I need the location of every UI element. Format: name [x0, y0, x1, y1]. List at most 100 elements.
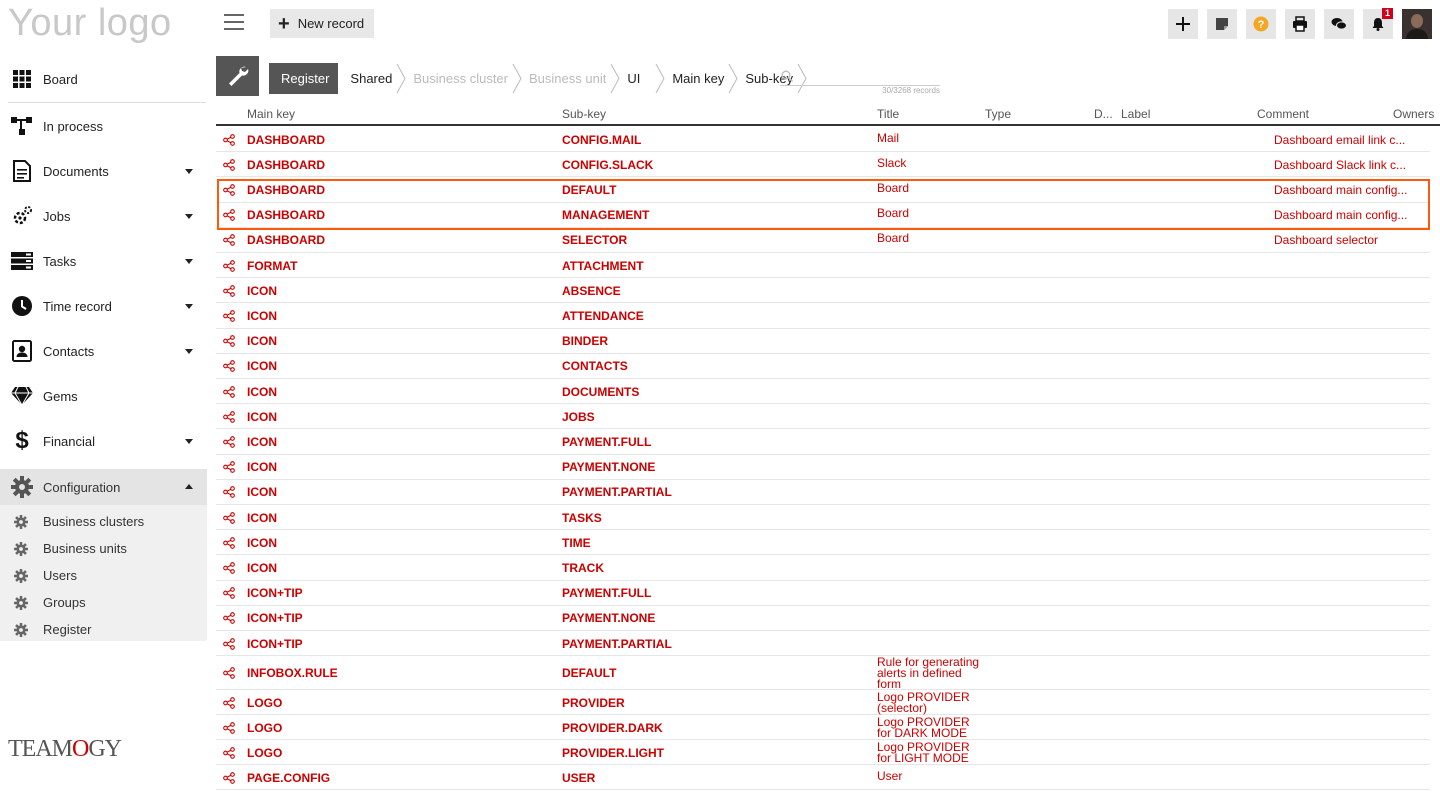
breadcrumb-label: Business cluster	[413, 71, 508, 86]
share-icon[interactable]	[223, 562, 235, 574]
share-icon[interactable]	[223, 536, 235, 549]
table-row[interactable]: DASHBOARD CONFIG.MAIL Mail Dashboard email …	[216, 127, 1430, 153]
sidebar-item-board[interactable]: Board	[0, 57, 207, 101]
table-row[interactable]: ICON+TIP PAYMENT.PARTIAL	[216, 631, 1430, 657]
share-icon[interactable]	[223, 360, 235, 373]
share-icon[interactable]	[223, 486, 235, 499]
sidebar-item-time-record[interactable]: Time record	[0, 284, 207, 328]
table-row[interactable]: LOGO PROVIDER.DARK Logo PROVIDER for DARK …	[216, 715, 1430, 741]
share-icon[interactable]	[223, 637, 235, 650]
table-row[interactable]: ICON PAYMENT.PARTIAL	[216, 480, 1430, 505]
search-input[interactable]	[780, 68, 940, 86]
table-row[interactable]: FORMAT ATTACHMENT	[216, 253, 1430, 279]
sidebar-item-jobs[interactable]: Jobs	[0, 194, 207, 238]
sidebar-item-in-process[interactable]: In process	[0, 104, 207, 148]
settings-button[interactable]	[216, 56, 259, 96]
table-row[interactable]: ICON PAYMENT.NONE	[216, 455, 1430, 480]
share-icon[interactable]	[223, 310, 235, 322]
share-icon[interactable]	[223, 696, 235, 709]
share-icon[interactable]	[223, 410, 235, 423]
table-row[interactable]: ICON ATTENDANCE	[216, 303, 1430, 329]
table-row[interactable]: ICON PAYMENT.FULL	[216, 429, 1430, 455]
column-label[interactable]: Label	[1121, 107, 1150, 121]
share-icon[interactable]	[223, 436, 235, 448]
share-icon[interactable]	[223, 133, 235, 146]
share-icon[interactable]	[223, 771, 235, 784]
share-icon[interactable]	[223, 284, 235, 297]
table-row[interactable]: ICON CONTACTS	[216, 354, 1430, 379]
share-icon[interactable]	[223, 461, 235, 474]
search-box: 30/3268 records	[780, 68, 940, 96]
table-row[interactable]: ICON DOCUMENTS	[216, 379, 1430, 405]
sidebar-item-business-units[interactable]: Business units	[0, 535, 207, 562]
column-owners[interactable]: Owners	[1393, 107, 1434, 121]
table-row[interactable]: ICON JOBS	[216, 404, 1430, 430]
table-row[interactable]: DASHBOARD MANAGEMENT Board Dashboard main c…	[216, 203, 1430, 228]
new-record-button[interactable]: + New record	[270, 9, 374, 38]
sidebar-item-register[interactable]: Register	[0, 616, 207, 643]
share-icon[interactable]	[223, 511, 235, 524]
share-icon[interactable]	[223, 587, 235, 600]
table-row[interactable]: ICON TASKS	[216, 505, 1430, 531]
share-icon[interactable]	[223, 746, 235, 759]
column-comment[interactable]: Comment	[1257, 107, 1309, 121]
sidebar-item-users[interactable]: Users	[0, 562, 207, 589]
menu-toggle-icon[interactable]	[224, 14, 244, 30]
table-row[interactable]: ICON TRACK	[216, 555, 1430, 581]
table-row[interactable]: ICON+TIP PAYMENT.FULL	[216, 581, 1430, 606]
breadcrumb-register[interactable]: Register	[269, 63, 339, 94]
table-row[interactable]: INFOBOX.RULE DEFAULT Rule for generating a…	[216, 656, 1430, 691]
share-icon[interactable]	[223, 184, 235, 196]
sidebar-item-documents[interactable]: Documents	[0, 149, 207, 193]
breadcrumb-shared[interactable]: Shared	[338, 63, 406, 94]
chat-button[interactable]	[1324, 9, 1354, 39]
add-button[interactable]	[1168, 9, 1198, 39]
share-icon[interactable]	[223, 667, 235, 680]
breadcrumb-ui[interactable]: UI	[615, 63, 665, 94]
share-icon[interactable]	[223, 234, 235, 247]
table-row[interactable]: DASHBOARD CONFIG.SLACK Slack Dashboard Slac…	[216, 152, 1430, 178]
share-icon[interactable]	[223, 335, 235, 348]
sidebar-subitem-label: Users	[43, 568, 77, 583]
sidebar-subitem-label: Business clusters	[43, 514, 145, 529]
sidebar-item-configuration[interactable]: Configuration	[0, 469, 207, 505]
table-row[interactable]: ICON ABSENCE	[216, 278, 1430, 304]
share-icon[interactable]	[223, 612, 235, 625]
sidebar-item-groups[interactable]: Groups	[0, 589, 207, 616]
gear-icon	[11, 476, 33, 498]
column-d[interactable]: D...	[1094, 107, 1113, 121]
breadcrumb-business-cluster[interactable]: Business cluster	[401, 63, 522, 94]
share-icon[interactable]	[223, 385, 235, 398]
sidebar-item-tasks[interactable]: Tasks	[0, 239, 207, 283]
sidebar-item-business-clusters[interactable]: Business clusters	[0, 508, 207, 535]
table-row[interactable]: DASHBOARD SELECTOR Board Dashboard selector	[216, 228, 1430, 253]
column-title[interactable]: Title	[877, 107, 899, 121]
table-row[interactable]: ICON+TIP PAYMENT.NONE	[216, 606, 1430, 631]
column-main-key[interactable]: Main key	[247, 107, 295, 121]
share-icon[interactable]	[223, 259, 235, 272]
print-button[interactable]	[1285, 9, 1315, 39]
app-logo[interactable]: Your logo	[8, 2, 172, 45]
share-icon[interactable]	[223, 721, 235, 734]
table-row[interactable]: ICON TIME	[216, 530, 1430, 556]
sidebar-item-contacts[interactable]: Contacts	[0, 329, 207, 373]
table-row[interactable]: LOGO PROVIDER.LIGHT Logo PROVIDER for LIGH…	[216, 740, 1430, 766]
note-button[interactable]	[1207, 9, 1237, 39]
share-icon[interactable]	[223, 158, 235, 171]
column-sub-key[interactable]: Sub-key	[562, 107, 606, 121]
share-icon[interactable]	[223, 209, 235, 222]
breadcrumb-business-unit[interactable]: Business unit	[517, 63, 620, 94]
help-button[interactable]: ?	[1246, 9, 1276, 39]
search-icon	[781, 70, 793, 82]
column-type[interactable]: Type	[985, 107, 1011, 121]
table-row[interactable]: ICON BINDER	[216, 329, 1430, 354]
user-avatar[interactable]	[1402, 9, 1432, 39]
breadcrumb-main-key[interactable]: Main key	[660, 63, 738, 94]
table-row[interactable]: DASHBOARD DEFAULT Board Dashboard main conf…	[216, 177, 1430, 203]
sidebar-item-gems[interactable]: Gems	[0, 374, 207, 418]
table-row[interactable]: PAGE.CONFIG USER User	[216, 765, 1430, 791]
chevron-down-icon	[185, 214, 193, 219]
table-row[interactable]: LOGO PROVIDER Logo PROVIDER (selector)	[216, 690, 1430, 716]
sidebar-item-financial[interactable]: $ Financial	[0, 419, 207, 463]
notifications-button[interactable]: 1	[1363, 8, 1393, 39]
